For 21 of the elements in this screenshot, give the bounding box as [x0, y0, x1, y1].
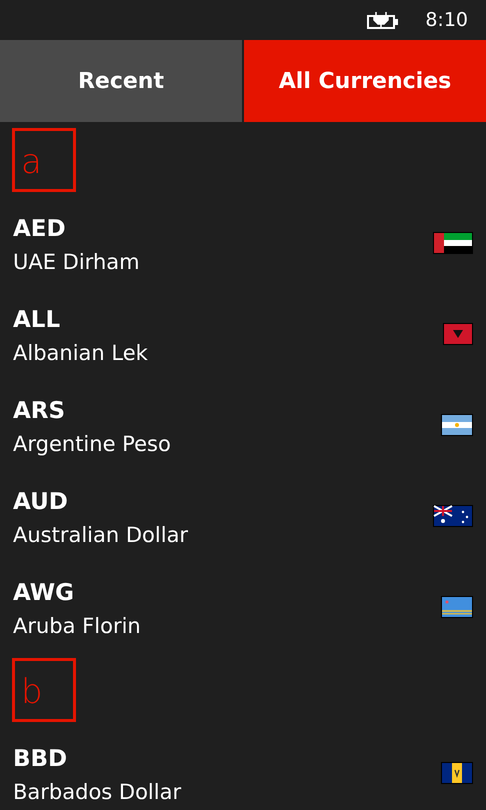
currency-code[interactable]: BBD: [13, 744, 182, 774]
currency-name[interactable]: Aruba Florin: [13, 612, 141, 640]
currency-name[interactable]: Australian Dollar: [13, 521, 188, 549]
tab[interactable]: Recent: [0, 40, 242, 122]
currency-name[interactable]: Argentine Peso: [13, 430, 171, 458]
currency-code[interactable]: AED: [13, 214, 140, 244]
currency-code[interactable]: ARS: [13, 396, 171, 426]
currency-name[interactable]: Barbados Dollar: [13, 778, 182, 806]
currency-code[interactable]: AUD: [13, 487, 188, 517]
flag-icon: [441, 414, 473, 436]
currency-name[interactable]: Albanian Lek: [13, 339, 148, 367]
currency-code[interactable]: AWG: [13, 578, 141, 608]
flag-icon: [443, 323, 473, 345]
flag-icon: [441, 596, 473, 618]
currency-name[interactable]: UAE Dirham: [13, 248, 140, 276]
tab[interactable]: All Currencies: [244, 40, 486, 122]
flag-icon: [433, 505, 473, 527]
flag-icon: [433, 232, 473, 254]
currency-code[interactable]: ALL: [13, 305, 148, 335]
flag-icon: [441, 762, 473, 784]
status-time: 8:10: [425, 9, 468, 31]
